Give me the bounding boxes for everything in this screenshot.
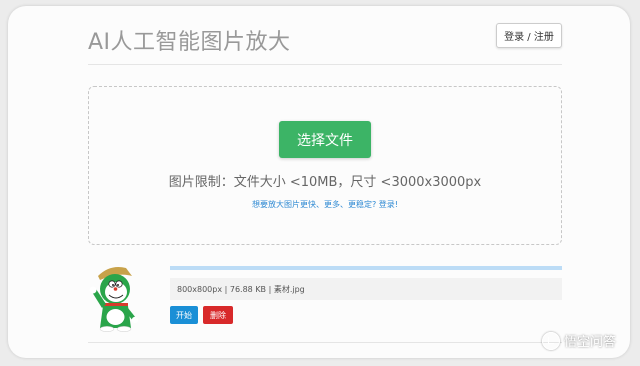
- start-button[interactable]: 开始: [170, 306, 198, 324]
- wukong-logo-icon: [541, 331, 560, 350]
- choose-file-button[interactable]: 选择文件: [279, 121, 371, 158]
- login-register-button[interactable]: 登录 / 注册: [496, 23, 562, 48]
- delete-button[interactable]: 删除: [203, 306, 233, 324]
- file-info-text: 800x800px | 76.88 KB | 素材.jpg: [170, 278, 562, 300]
- upload-progress-bar: [170, 266, 562, 270]
- watermark-text: 悟空问答: [563, 335, 616, 350]
- watermark: 悟空问答: [541, 331, 616, 350]
- header-divider: [88, 64, 562, 65]
- login-upsell-link[interactable]: 想要放大图片更快、更多、更稳定? 登录!: [89, 199, 561, 210]
- footer-divider: [88, 342, 562, 343]
- upload-progress-fill: [170, 266, 562, 270]
- app-window: AI人工智能图片放大 登录 / 注册 选择文件 图片限制：文件大小 <10MB，…: [8, 6, 630, 358]
- page-title: AI人工智能图片放大: [88, 30, 291, 55]
- image-thumbnail: [88, 262, 146, 332]
- upload-dropzone[interactable]: 选择文件 图片限制：文件大小 <10MB，尺寸 <3000x3000px 想要放…: [88, 86, 562, 245]
- upload-limit-text: 图片限制：文件大小 <10MB，尺寸 <3000x3000px: [168, 175, 482, 190]
